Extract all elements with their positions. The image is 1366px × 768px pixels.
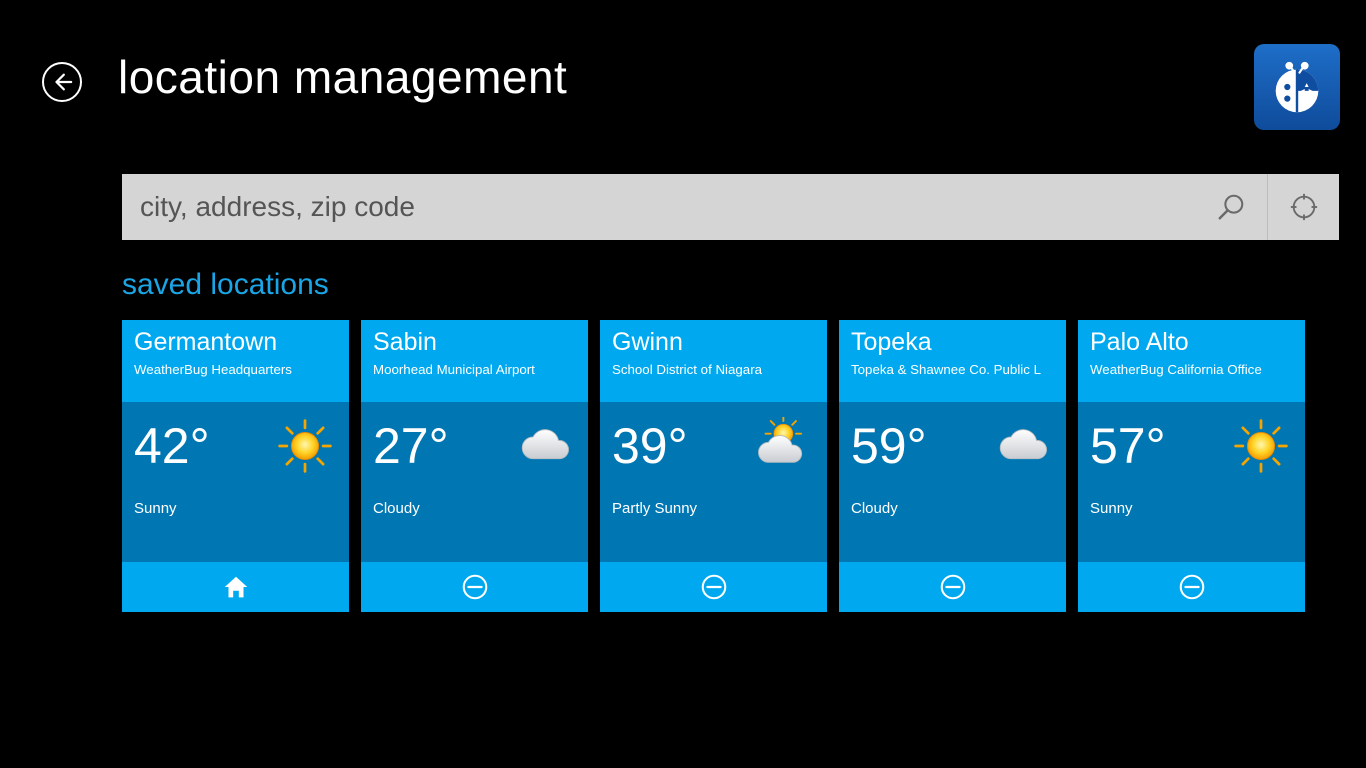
location-card[interactable]: Gwinn School District of Niagara 39° Partly… (600, 320, 827, 612)
remove-location-button[interactable] (600, 562, 827, 612)
location-temp: 59° (851, 417, 927, 475)
location-condition: Partly Sunny (612, 500, 815, 517)
partly-sunny-icon (751, 414, 815, 478)
location-condition: Cloudy (851, 500, 1054, 517)
back-button[interactable] (42, 62, 82, 102)
remove-icon (1177, 572, 1207, 602)
location-city: Topeka (851, 328, 1054, 357)
location-subtitle: School District of Niagara (612, 362, 815, 377)
search-icon (1216, 192, 1246, 222)
card-header: Topeka Topeka & Shawnee Co. Public L (839, 320, 1066, 402)
card-header: Germantown WeatherBug Headquarters (122, 320, 349, 402)
location-subtitle: WeatherBug California Office (1090, 362, 1293, 377)
remove-location-button[interactable] (839, 562, 1066, 612)
saved-locations-heading: saved locations (122, 268, 1366, 302)
home-location-button[interactable] (122, 562, 349, 612)
location-temp: 57° (1090, 417, 1166, 475)
location-temp: 42° (134, 417, 210, 475)
search-button[interactable] (1195, 174, 1267, 240)
location-condition: Sunny (1090, 500, 1293, 517)
location-cards: Germantown WeatherBug Headquarters 42° Sunn… (122, 320, 1339, 612)
search-input[interactable] (122, 174, 1195, 240)
card-header: Gwinn School District of Niagara (600, 320, 827, 402)
location-city: Palo Alto (1090, 328, 1293, 357)
location-card[interactable]: Topeka Topeka & Shawnee Co. Public L 59° Cl… (839, 320, 1066, 612)
card-header: Palo Alto WeatherBug California Office (1078, 320, 1305, 402)
page-title: location management (118, 50, 567, 104)
cloud-icon (512, 414, 576, 478)
location-subtitle: Moorhead Municipal Airport (373, 362, 576, 377)
location-temp: 39° (612, 417, 688, 475)
location-city: Sabin (373, 328, 576, 357)
remove-icon (938, 572, 968, 602)
location-city: Gwinn (612, 328, 815, 357)
location-card[interactable]: Sabin Moorhead Municipal Airport 27° Cloudy (361, 320, 588, 612)
card-body: 57° Sunny (1078, 402, 1305, 562)
sun-icon (1229, 414, 1293, 478)
location-subtitle: WeatherBug Headquarters (134, 362, 337, 377)
card-header: Sabin Moorhead Municipal Airport (361, 320, 588, 402)
card-body: 59° Cloudy (839, 402, 1066, 562)
cloud-icon (990, 414, 1054, 478)
location-card[interactable]: Palo Alto WeatherBug California Office 57°… (1078, 320, 1305, 612)
header: location management (0, 0, 1366, 130)
location-city: Germantown (134, 328, 337, 357)
sun-icon (273, 414, 337, 478)
location-condition: Sunny (134, 500, 337, 517)
home-icon (221, 572, 251, 602)
arrow-left-icon (51, 71, 73, 93)
card-body: 27° Cloudy (361, 402, 588, 562)
remove-icon (460, 572, 490, 602)
search-row (122, 174, 1339, 240)
locate-button[interactable] (1267, 174, 1339, 240)
content: saved locations Germantown WeatherBug Hea… (0, 174, 1366, 612)
remove-icon (699, 572, 729, 602)
card-body: 42° Sunny (122, 402, 349, 562)
location-card[interactable]: Germantown WeatherBug Headquarters 42° Sunn… (122, 320, 349, 612)
location-subtitle: Topeka & Shawnee Co. Public L (851, 362, 1054, 377)
remove-location-button[interactable] (1078, 562, 1305, 612)
remove-location-button[interactable] (361, 562, 588, 612)
location-condition: Cloudy (373, 500, 576, 517)
crosshair-icon (1289, 192, 1319, 222)
card-body: 39° Partly Sunny (600, 402, 827, 562)
app-logo (1254, 44, 1340, 130)
weatherbug-logo-icon (1266, 56, 1328, 118)
location-temp: 27° (373, 417, 449, 475)
